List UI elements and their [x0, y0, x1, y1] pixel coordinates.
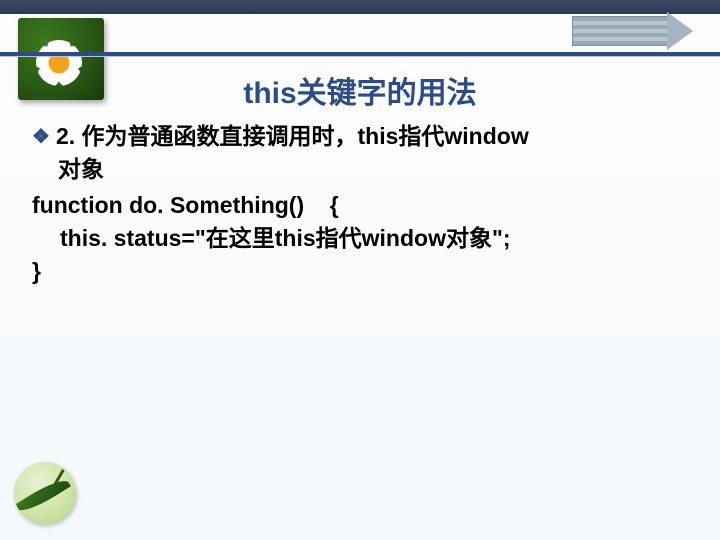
leaf-image — [14, 462, 76, 524]
bullet-item: ❖ 2. 作为普通函数直接调用时，this指代window — [32, 120, 680, 153]
code-block: function do. Something() { this. status=… — [32, 189, 680, 289]
slide-body: ❖ 2. 作为普通函数直接调用时，this指代window 对象 functio… — [32, 120, 680, 289]
header-bar — [0, 0, 720, 14]
bullet-num: 2. — [56, 123, 75, 149]
title-divider — [0, 52, 720, 56]
arrow-decoration — [572, 16, 692, 46]
slide-title: this关键字的用法 — [0, 68, 720, 112]
bullet-line1: 作为普通函数直接调用时，this指代window — [82, 123, 529, 149]
code-line-1: function do. Something() { — [32, 189, 680, 222]
code-line-3: } — [32, 255, 680, 288]
slide: this关键字的用法 ❖ 2. 作为普通函数直接调用时，this指代window… — [0, 0, 720, 540]
header-strip — [0, 0, 720, 48]
bullet-line2: 对象 — [58, 153, 680, 186]
code-line-2: this. status="在这里this指代window对象"; — [32, 222, 680, 255]
diamond-bullet-icon: ❖ — [32, 123, 50, 152]
